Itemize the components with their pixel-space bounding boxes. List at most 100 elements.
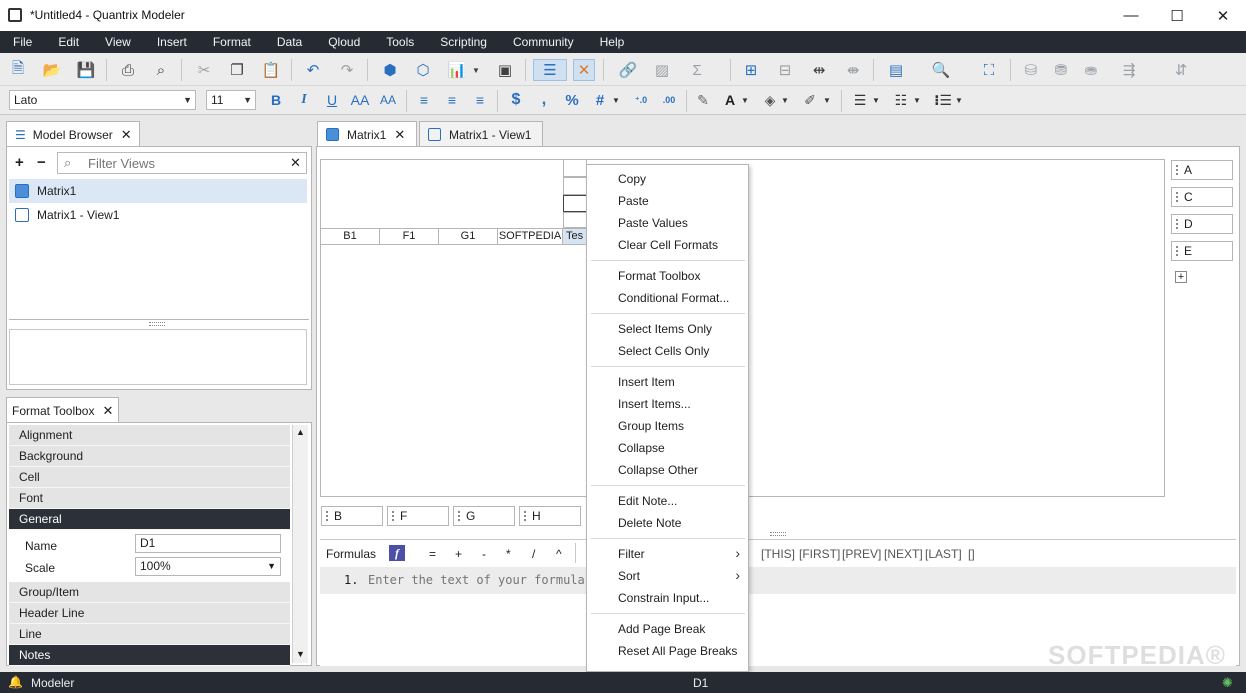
print-preview-icon[interactable]: ⌕: [150, 59, 172, 81]
op-divide-button[interactable]: /: [532, 547, 535, 561]
menu-item-insert-item[interactable]: Insert Item: [618, 375, 675, 389]
grow-font-button[interactable]: AA: [348, 90, 372, 110]
function-button[interactable]: f: [389, 545, 405, 561]
layout-icon[interactable]: ▤: [885, 59, 907, 81]
tree-item-matrix1-view1[interactable]: Matrix1 - View1: [9, 203, 307, 227]
close-icon[interactable]: ✕: [121, 127, 132, 143]
print-icon[interactable]: ⎙: [117, 59, 139, 81]
drag-handle[interactable]: [1176, 219, 1178, 229]
formula-input[interactable]: [368, 571, 1188, 589]
cut-icon[interactable]: ✂: [193, 59, 215, 81]
redo-icon[interactable]: ↷: [336, 59, 358, 81]
splitter-grip[interactable]: [149, 322, 165, 326]
menu-item-delete-note[interactable]: Delete Note: [618, 516, 681, 530]
tab-model-browser[interactable]: ☰ Model Browser ✕: [6, 121, 140, 147]
menu-item-group-items[interactable]: Group Items: [618, 419, 684, 433]
drag-handle[interactable]: [1176, 165, 1178, 175]
image-icon[interactable]: ▨: [651, 59, 673, 81]
drag-handle[interactable]: [524, 511, 526, 521]
maximize-button[interactable]: ☐: [1154, 0, 1200, 31]
section-header-line[interactable]: Header Line: [9, 603, 290, 624]
menu-item-reset-all-page-breaks[interactable]: Reset All Page Breaks: [618, 644, 737, 658]
filter-views-input[interactable]: [88, 154, 283, 172]
column-header-f1[interactable]: F1: [379, 228, 439, 245]
op-minus-button[interactable]: -: [482, 547, 486, 561]
italic-button[interactable]: I: [294, 90, 314, 110]
chevron-down-icon[interactable]: ▼: [822, 90, 832, 110]
category-tile-d[interactable]: D: [1171, 214, 1233, 234]
category-tile-b[interactable]: B: [321, 506, 383, 526]
chevron-down-icon[interactable]: ▼: [780, 90, 790, 110]
section-notes[interactable]: Notes: [9, 645, 290, 666]
scroll-up-icon[interactable]: ▲: [296, 427, 305, 437]
line-style-icon[interactable]: ☷: [891, 90, 911, 110]
category-tile-e[interactable]: E: [1171, 241, 1233, 261]
category-tile-a[interactable]: A: [1171, 160, 1233, 180]
menu-item-constrain-input[interactable]: Constrain Input...: [618, 591, 709, 605]
align-center-icon[interactable]: ≡: [442, 90, 462, 110]
category-tile-f[interactable]: F: [387, 506, 449, 526]
chevron-down-icon[interactable]: ▼: [954, 90, 964, 110]
column-header-test[interactable]: Tes: [562, 228, 588, 245]
section-general[interactable]: General: [9, 509, 290, 530]
ref-next-button[interactable]: [NEXT]: [884, 547, 923, 561]
align-left-icon[interactable]: ≡: [414, 90, 434, 110]
menu-item-add-page-break[interactable]: Add Page Break: [618, 622, 705, 636]
menu-item-sort[interactable]: Sort: [618, 569, 640, 583]
shrink-font-button[interactable]: AA: [376, 90, 400, 110]
list-view-icon[interactable]: ☰: [533, 59, 567, 81]
ref-first-button[interactable]: [FIRST]: [799, 547, 840, 561]
scroll-down-icon[interactable]: ▼: [296, 649, 305, 659]
section-alignment[interactable]: Alignment: [9, 425, 290, 446]
grid-selected-cell[interactable]: [563, 195, 587, 212]
matrix-cube-icon[interactable]: ⬢: [379, 59, 401, 81]
chevron-down-icon[interactable]: ▼: [871, 90, 881, 110]
menu-item-select-cells-only[interactable]: Select Cells Only: [618, 344, 709, 358]
chevron-down-icon[interactable]: ▼: [470, 59, 482, 81]
link-icon[interactable]: 🔗: [617, 59, 639, 81]
scrollbar[interactable]: ▲ ▼: [292, 425, 308, 663]
section-background[interactable]: Background: [9, 446, 290, 467]
close-icon[interactable]: ✕: [394, 127, 405, 143]
border-color-icon[interactable]: ✐: [800, 90, 820, 110]
format-painter-icon[interactable]: ✎: [693, 90, 713, 110]
menu-view[interactable]: View: [105, 35, 131, 49]
chart-icon[interactable]: 📊: [446, 59, 468, 81]
merge-columns-icon[interactable]: ⇼: [842, 59, 864, 81]
increase-decimal-icon[interactable]: ⁺.0: [630, 90, 652, 110]
splitter-grip[interactable]: [770, 532, 786, 536]
tab-matrix1[interactable]: Matrix1 ✕: [317, 121, 417, 147]
add-view-button[interactable]: +: [15, 154, 24, 171]
op-equals-button[interactable]: =: [429, 547, 436, 561]
export-icon[interactable]: ⇶: [1118, 59, 1140, 81]
font-size-select[interactable]: 11 ▼: [206, 90, 256, 110]
menu-scripting[interactable]: Scripting: [440, 35, 487, 49]
stack-icon[interactable]: ⛂: [1080, 59, 1102, 81]
menu-item-copy[interactable]: Copy: [618, 172, 646, 186]
section-group-item[interactable]: Group/Item: [9, 582, 290, 603]
menu-insert[interactable]: Insert: [157, 35, 187, 49]
undo-icon[interactable]: ↶: [302, 59, 324, 81]
import-icon[interactable]: ⇵: [1170, 59, 1192, 81]
menu-item-conditional-format[interactable]: Conditional Format...: [618, 291, 729, 305]
save-icon[interactable]: 💾: [75, 59, 97, 81]
menu-file[interactable]: File: [13, 35, 32, 49]
underline-button[interactable]: U: [322, 90, 342, 110]
new-file-icon[interactable]: 🗎: [7, 59, 29, 81]
tab-matrix1-view1[interactable]: Matrix1 - View1: [419, 121, 543, 147]
menu-format[interactable]: Format: [213, 35, 251, 49]
menu-item-clear-cell-formats[interactable]: Clear Cell Formats: [618, 238, 718, 252]
grid-cell[interactable]: [563, 212, 587, 228]
bell-icon[interactable]: 🔔: [8, 675, 23, 689]
split-columns-icon[interactable]: ⇹: [808, 59, 830, 81]
chevron-down-icon[interactable]: ▼: [912, 90, 922, 110]
view-cube-icon[interactable]: ⬡: [412, 59, 434, 81]
ref-this-button[interactable]: [THIS]: [761, 547, 795, 561]
font-color-icon[interactable]: A: [720, 90, 740, 110]
menu-community[interactable]: Community: [513, 35, 574, 49]
menu-item-collapse-other[interactable]: Collapse Other: [618, 463, 698, 477]
menu-item-edit-note[interactable]: Edit Note...: [618, 494, 677, 508]
comma-button[interactable]: ,: [534, 90, 554, 110]
close-window-button[interactable]: ✕: [1200, 0, 1246, 31]
menu-item-format-toolbox[interactable]: Format Toolbox: [618, 269, 700, 283]
